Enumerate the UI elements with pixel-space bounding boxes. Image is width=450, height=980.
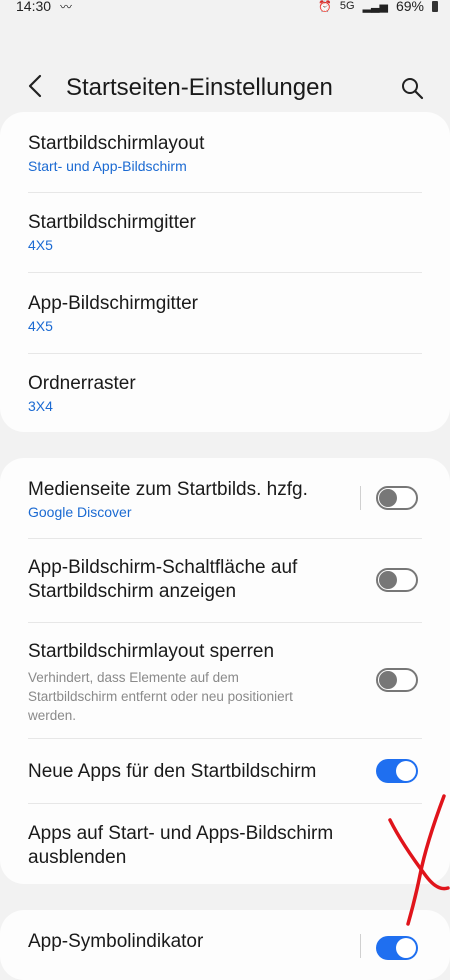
signal-icon: ▂▃▅ xyxy=(362,0,388,13)
setting-description-line1: Verhindert, dass Elemente auf dem xyxy=(28,670,239,685)
apps-button-toggle[interactable] xyxy=(376,568,418,592)
new-apps-toggle[interactable] xyxy=(376,759,418,783)
setting-value: Start- und App-Bildschirm xyxy=(28,158,187,174)
back-arrow-icon[interactable] xyxy=(26,74,46,98)
setting-title: App-Symbolindikator xyxy=(28,931,204,952)
setting-title: Neue Apps für den Startbildschirm xyxy=(28,761,317,782)
setting-title-line1: Apps auf Start- und Apps-Bildschirm xyxy=(28,823,334,844)
toggle-knob xyxy=(379,489,397,507)
status-icons: ⏰ 5G ▂▃▅ 69% xyxy=(318,0,438,14)
setting-title: Startbildschirmlayout xyxy=(28,133,205,154)
setting-description-line2: Startbildschirm entfernt oder neu positi… xyxy=(28,689,293,704)
search-icon[interactable] xyxy=(400,76,424,100)
setting-title: App-Bildschirmgitter xyxy=(28,293,198,314)
setting-folder-grid[interactable]: Ordnerraster 3X4 xyxy=(28,372,422,414)
app-header: Startseiten-Einstellungen xyxy=(0,14,450,106)
setting-value: 3X4 xyxy=(28,398,53,414)
red-cross-annotation-icon xyxy=(388,794,450,926)
setting-value: 4X5 xyxy=(28,318,53,334)
setting-title-line2: Startbildschirm anzeigen xyxy=(28,581,237,602)
alarm-icon: ⏰ xyxy=(318,0,332,13)
network-label: 5G xyxy=(339,0,355,12)
setting-description-line3: werden. xyxy=(28,708,77,723)
setting-title: Startbildschirmgitter xyxy=(28,212,196,233)
divider xyxy=(28,538,422,539)
setting-apps-button[interactable]: App-Bildschirm-Schaltfläche auf Startbil… xyxy=(28,556,340,604)
media-page-toggle[interactable] xyxy=(376,486,418,510)
setting-new-apps[interactable]: Neue Apps für den Startbildschirm xyxy=(28,760,340,784)
divider xyxy=(28,272,422,273)
vertical-separator xyxy=(360,934,361,958)
setting-value: 4X5 xyxy=(28,237,53,253)
layout-settings-card: Startbildschirmlayout Start- und App-Bil… xyxy=(0,112,450,432)
toggle-knob xyxy=(379,671,397,689)
divider xyxy=(28,738,422,739)
setting-media-page[interactable]: Medienseite zum Startbilds. hzfg. Google… xyxy=(28,478,340,520)
divider xyxy=(28,622,422,623)
setting-title: Ordnerraster xyxy=(28,373,136,394)
setting-title-line1: App-Bildschirm-Schaltfläche auf xyxy=(28,557,298,578)
setting-home-layout[interactable]: Startbildschirmlayout Start- und App-Bil… xyxy=(28,132,422,174)
vertical-separator xyxy=(360,486,361,510)
setting-lock-layout[interactable]: Startbildschirmlayout sperren Verhindert… xyxy=(28,640,340,725)
app-badges-toggle[interactable] xyxy=(376,936,418,960)
setting-hide-apps[interactable]: Apps auf Start- und Apps-Bildschirm ausb… xyxy=(28,822,380,870)
setting-value: Google Discover xyxy=(28,504,132,520)
divider xyxy=(28,803,422,804)
setting-apps-grid[interactable]: App-Bildschirmgitter 4X5 xyxy=(28,292,422,334)
setting-title: Medienseite zum Startbilds. hzfg. xyxy=(28,479,308,500)
status-bar: 14:30 〰 ⏰ 5G ▂▃▅ 69% xyxy=(0,0,450,14)
lock-layout-toggle[interactable] xyxy=(376,668,418,692)
page-title: Startseiten-Einstellungen xyxy=(66,74,333,101)
setting-home-grid[interactable]: Startbildschirmgitter 4X5 xyxy=(28,211,422,253)
battery-percent: 69% xyxy=(395,0,424,14)
setting-title-line2: ausblenden xyxy=(28,847,127,868)
toggle-knob xyxy=(379,571,397,589)
notification-icon: 〰 xyxy=(60,0,73,14)
divider xyxy=(28,353,422,354)
battery-icon xyxy=(432,0,438,12)
status-time: 14:30 xyxy=(16,0,52,14)
toggle-knob xyxy=(396,761,416,781)
divider xyxy=(28,192,422,193)
setting-title: Startbildschirmlayout sperren xyxy=(28,641,275,662)
setting-app-badges[interactable]: App-Symbolindikator xyxy=(28,930,340,954)
toggle-knob xyxy=(396,938,416,958)
